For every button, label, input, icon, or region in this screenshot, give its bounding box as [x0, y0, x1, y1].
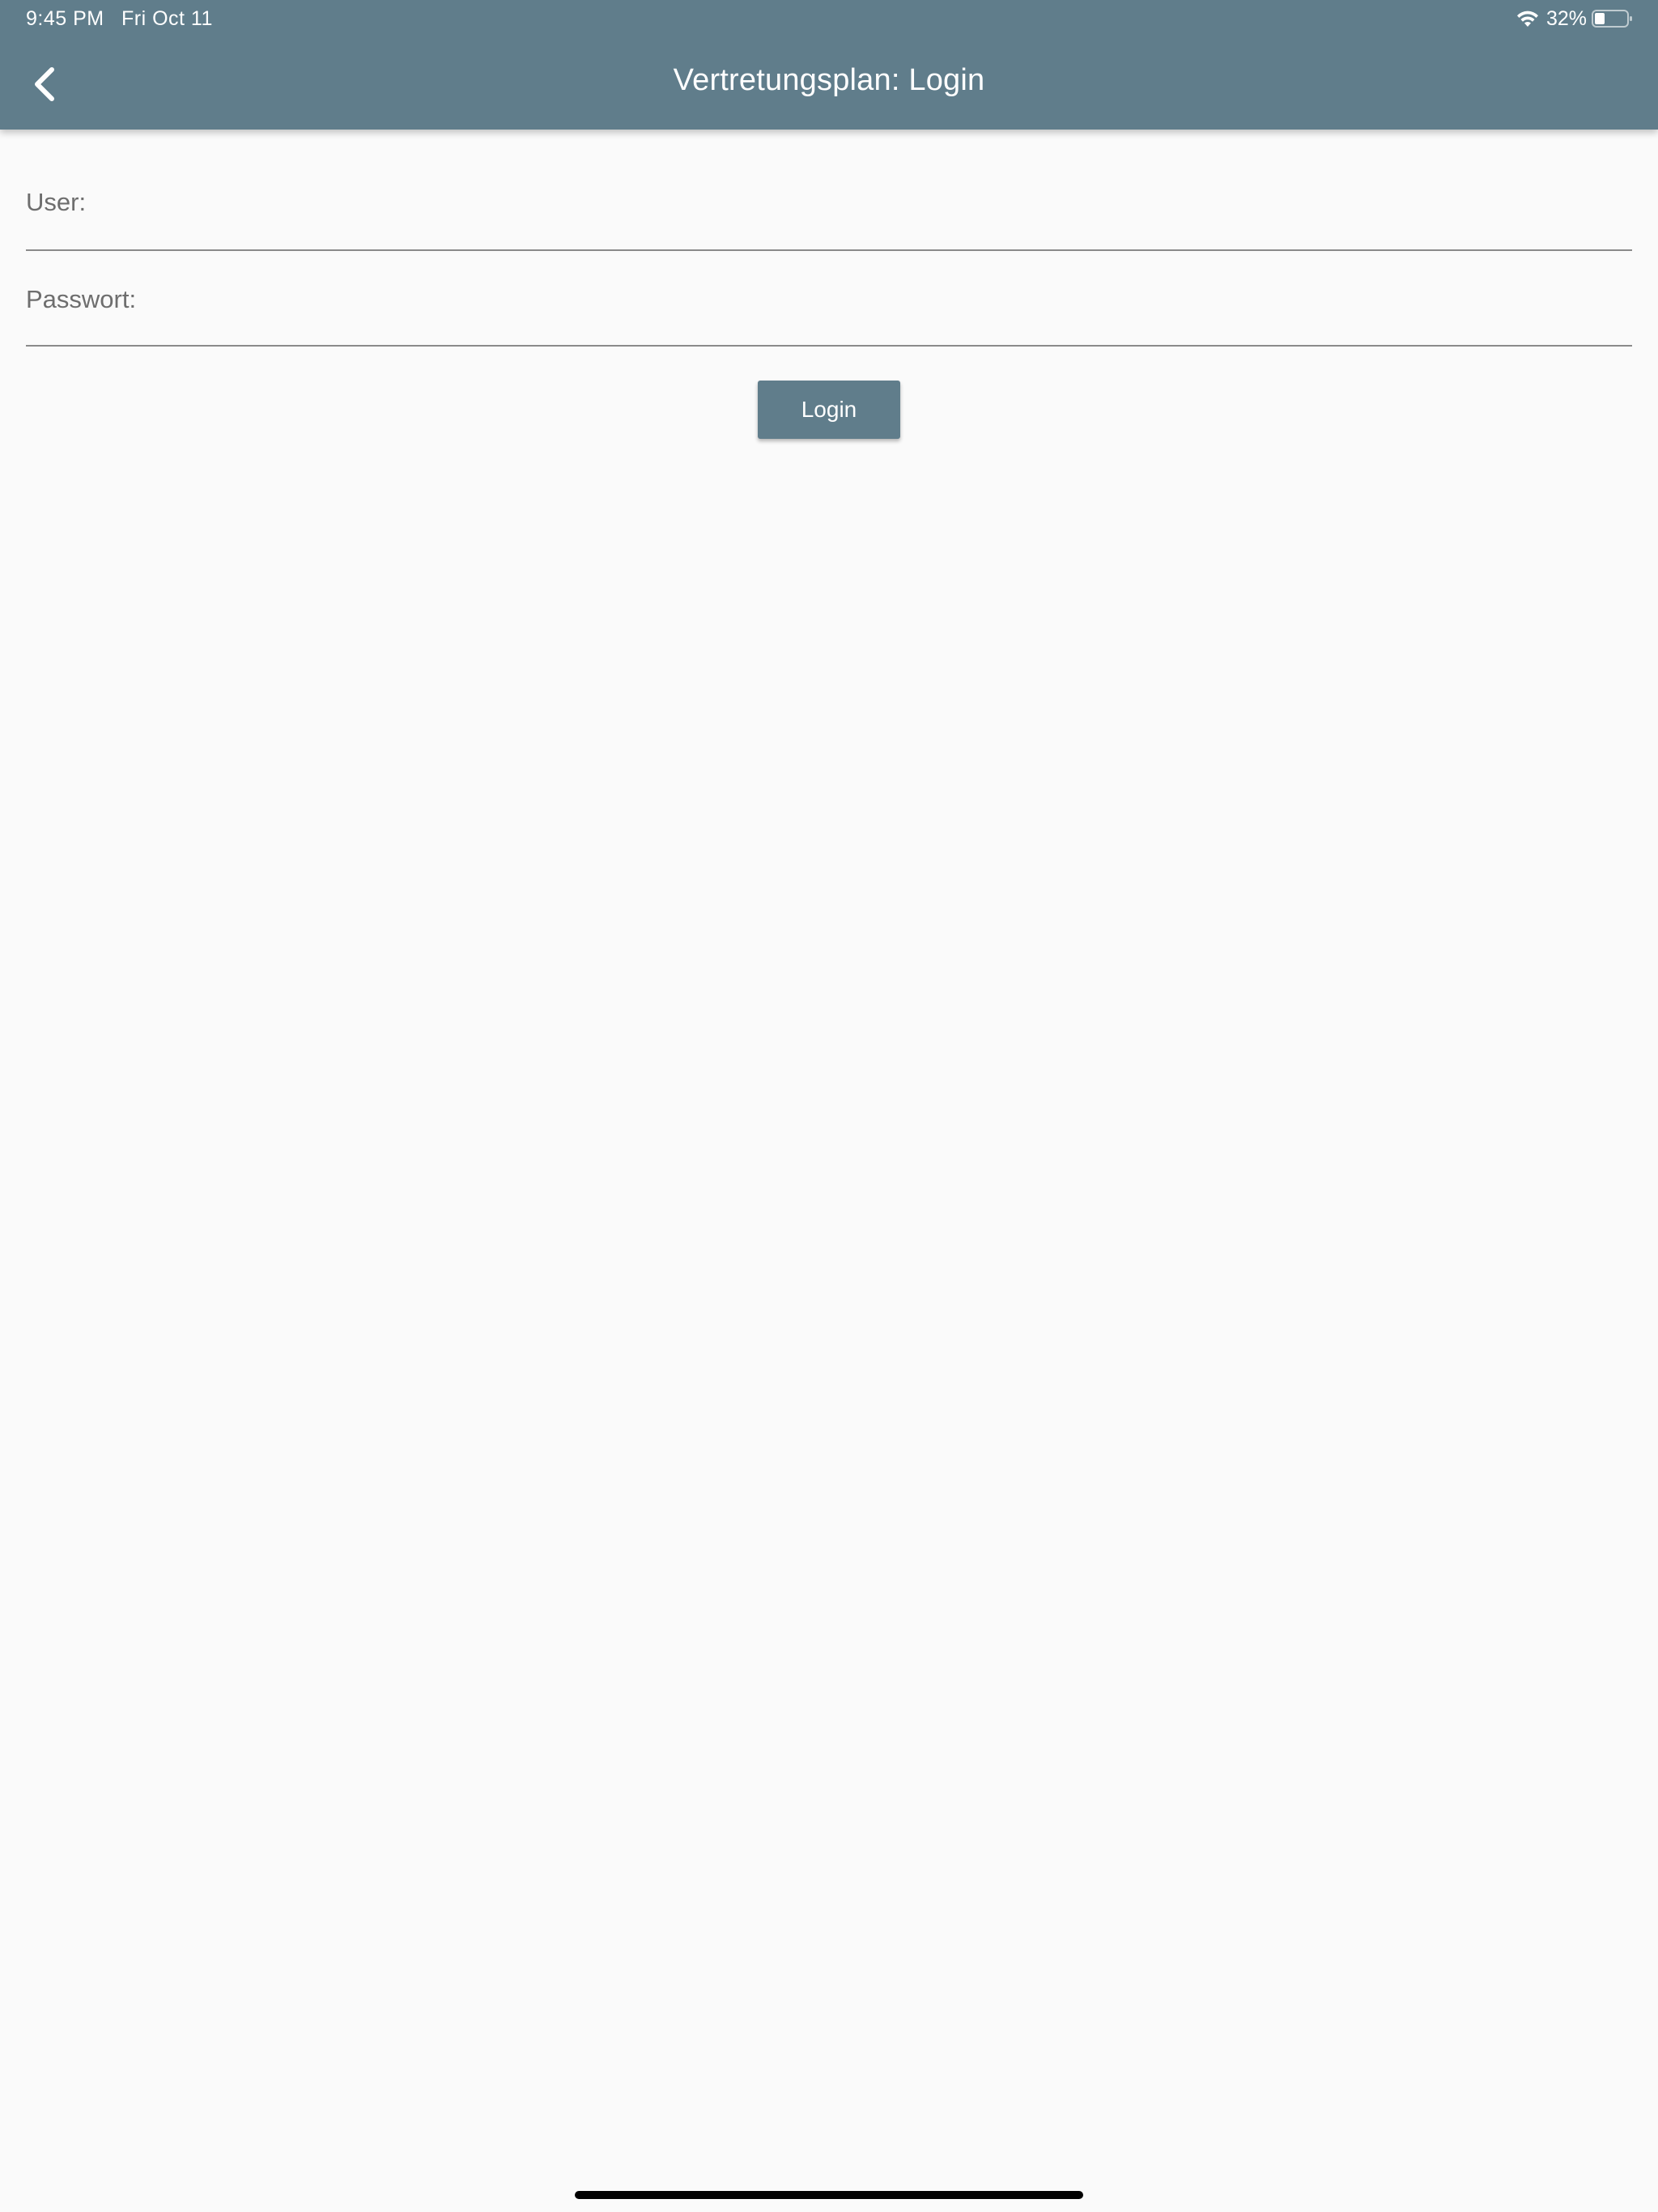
app-root: 9:45 PM Fri Oct 11 32% Vertretungsplan: …: [0, 0, 1658, 2212]
home-indicator: [575, 2191, 1083, 2199]
user-field[interactable]: User:: [26, 130, 1632, 251]
password-input[interactable]: [26, 290, 1632, 338]
page-title: Vertretungsplan: Login: [673, 63, 985, 97]
status-indicators: 32%: [1516, 6, 1634, 31]
toolbar: Vertretungsplan: Login: [0, 37, 1658, 130]
wifi-icon: [1516, 11, 1538, 27]
login-button[interactable]: Login: [758, 381, 900, 439]
status-bar: 9:45 PM Fri Oct 11 32%: [0, 0, 1658, 37]
login-form: User: Passwort:: [26, 130, 1632, 347]
battery-icon: [1592, 10, 1632, 28]
user-input[interactable]: [26, 194, 1632, 243]
password-field[interactable]: Passwort:: [26, 251, 1632, 347]
status-date: Fri Oct 11: [121, 7, 213, 30]
status-time: 9:45 PM: [26, 7, 104, 30]
battery-percent: 32%: [1545, 6, 1587, 30]
app-bar: 9:45 PM Fri Oct 11 32% Vertretungsplan: …: [0, 0, 1658, 130]
